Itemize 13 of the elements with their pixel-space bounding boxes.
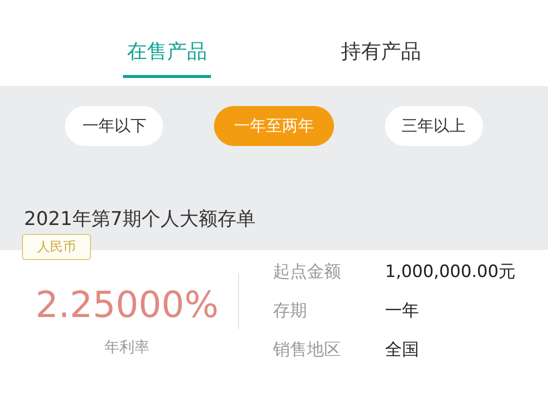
product-title: 2021年第7期个人大额存单 bbox=[24, 207, 256, 232]
detail-value: 1,000,000.00元 bbox=[385, 261, 516, 283]
detail-label: 存期 bbox=[273, 300, 308, 322]
detail-value: 全国 bbox=[385, 339, 419, 361]
detail-value: 一年 bbox=[385, 300, 419, 322]
tab[interactable]: 持有产品 bbox=[337, 0, 425, 78]
detail-label: 起点金额 bbox=[273, 261, 342, 283]
interest-rate: 2.25000% bbox=[35, 284, 219, 326]
filter-button[interactable]: 一年以下 bbox=[65, 106, 164, 146]
detail-label: 销售地区 bbox=[273, 339, 342, 361]
filter-button[interactable]: 三年以上 bbox=[384, 106, 483, 146]
currency-tag: 人民币 bbox=[22, 234, 91, 260]
rate-label: 年利率 bbox=[104, 338, 150, 356]
